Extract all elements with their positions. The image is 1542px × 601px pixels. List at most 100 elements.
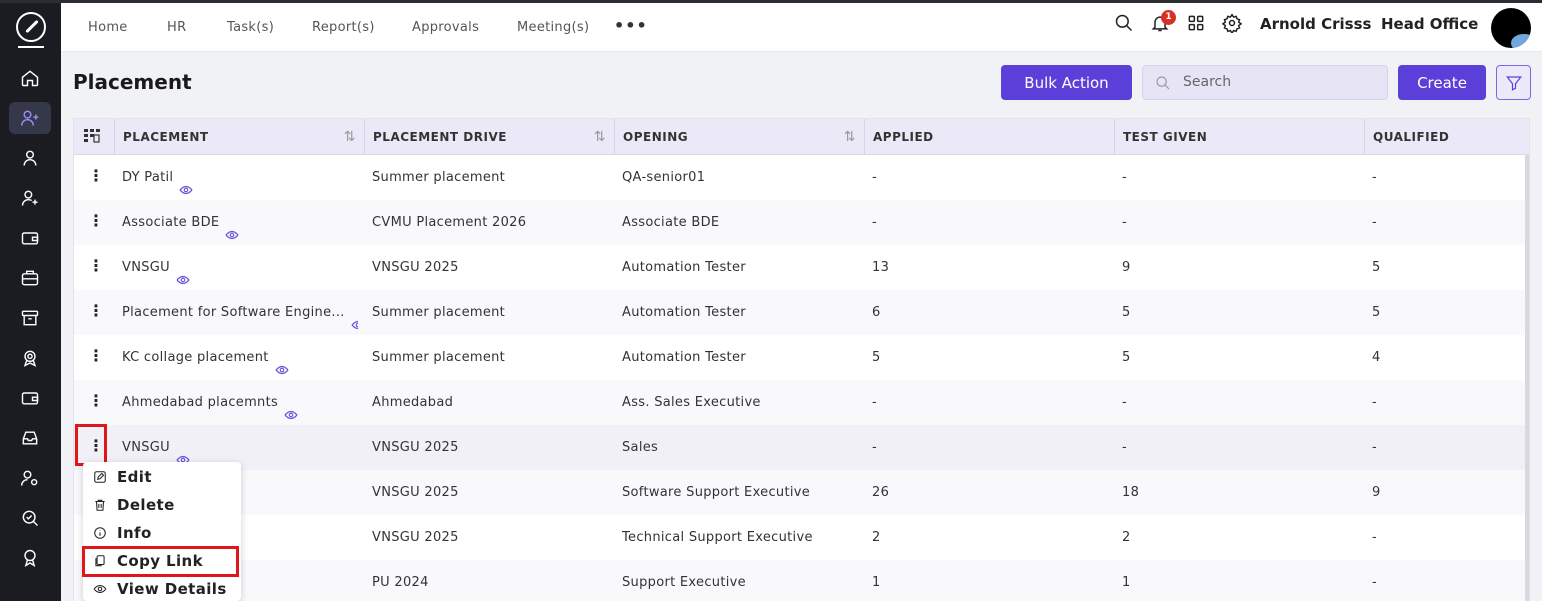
home-icon[interactable] <box>9 62 51 94</box>
nav-hr[interactable]: HR <box>167 20 186 35</box>
cell-placement-drive-text: VNSGU 2025 <box>372 530 459 545</box>
apps-grid-icon[interactable] <box>1186 13 1208 35</box>
cell-qualified-text: - <box>1372 575 1377 590</box>
cell-test-given-text: 5 <box>1122 305 1131 320</box>
cell-opening-text: Ass. Sales Executive <box>622 395 761 410</box>
sort-icon[interactable]: ⇅ <box>844 119 856 155</box>
user-plus-icon[interactable] <box>9 182 51 214</box>
search-placeholder: Search <box>1183 74 1232 90</box>
user-icon[interactable] <box>9 142 51 174</box>
eye-icon[interactable] <box>176 261 190 284</box>
search-icon[interactable] <box>1114 13 1136 35</box>
nav-reports[interactable]: Report(s) <box>312 20 375 35</box>
search-input[interactable]: Search <box>1142 65 1388 100</box>
cell-qualified-text: - <box>1372 530 1377 545</box>
nav-more-icon[interactable]: ••• <box>614 16 648 35</box>
table-row[interactable]: ⋮PU 2024Support Executive11- <box>74 560 1529 601</box>
search-check-icon[interactable] <box>9 502 51 534</box>
row-menu-icon[interactable]: ⋮ <box>88 392 104 410</box>
table-row[interactable]: ⋮5VNSGU 2025Software Support Executive26… <box>74 470 1529 515</box>
cell-qualified: 5 <box>1372 290 1522 335</box>
cell-qualified-text: 4 <box>1372 350 1381 365</box>
table-row[interactable]: ⋮ Placement for Software Engine... Summer … <box>74 290 1529 335</box>
scrollbar[interactable] <box>1525 155 1529 601</box>
column-qualified[interactable]: QUALIFIED <box>1364 119 1529 155</box>
table-row[interactable]: ⋮ Associate BDE CVMU Placement 2026 Associa… <box>74 200 1529 245</box>
bulk-action-button[interactable]: Bulk Action <box>1001 65 1132 100</box>
menu-item-info[interactable]: Info <box>83 519 241 547</box>
eye-icon[interactable] <box>351 306 358 329</box>
cell-placement-text[interactable]: Placement for Software Engine... <box>122 305 345 320</box>
cell-test-given: 18 <box>1122 470 1362 515</box>
cell-test-given-text: - <box>1122 440 1127 455</box>
cell-placement-text[interactable]: VNSGU <box>122 440 170 455</box>
table-row[interactable]: ⋮ VNSGU VNSGU 2025 Automation Tester 13 9 5 <box>74 245 1529 290</box>
user-name[interactable]: Arnold Crisss <box>1260 15 1371 33</box>
user-settings-icon[interactable] <box>9 462 51 494</box>
cell-placement-text[interactable]: VNSGU <box>122 260 170 275</box>
column-placement[interactable]: PLACEMENT ⇅ <box>114 119 364 155</box>
eye-icon[interactable] <box>225 216 239 239</box>
cell-opening: Associate BDE <box>622 200 862 245</box>
eye-icon[interactable] <box>176 441 190 464</box>
archive-icon[interactable] <box>9 302 51 334</box>
eye-icon[interactable] <box>275 351 289 374</box>
compass-logo-icon[interactable] <box>16 12 46 42</box>
menu-item-delete[interactable]: Delete <box>83 491 241 519</box>
table-row[interactable]: ⋮5VNSGU 2025Technical Support Executive2… <box>74 515 1529 560</box>
column-test-given[interactable]: TEST GIVEN <box>1114 119 1364 155</box>
cell-placement-drive-text: Summer placement <box>372 305 506 320</box>
eye-icon[interactable] <box>179 171 193 194</box>
table-row[interactable]: ⋮ Ahmedabad placemnts Ahmedabad Ass. Sales … <box>74 380 1529 425</box>
cell-qualified: - <box>1372 425 1522 470</box>
award-icon[interactable] <box>9 342 51 374</box>
row-menu-icon[interactable]: ⋮ <box>88 302 104 320</box>
wallet-icon[interactable] <box>9 222 51 254</box>
filter-button[interactable] <box>1496 65 1531 100</box>
menu-item-label: Delete <box>117 496 175 514</box>
column-placement-drive[interactable]: PLACEMENT DRIVE ⇅ <box>364 119 614 155</box>
row-menu-icon[interactable]: ⋮ <box>88 167 104 185</box>
gear-icon[interactable] <box>1221 13 1244 35</box>
create-button[interactable]: Create <box>1398 65 1486 100</box>
table-row[interactable]: ⋮ DY Patil Summer placement QA-senior01 - - - <box>74 155 1529 200</box>
column-settings-icon[interactable] <box>84 129 100 143</box>
row-menu-icon[interactable]: ⋮ <box>88 212 104 230</box>
table-row[interactable]: ⋮ VNSGU VNSGU 2025 Sales - - - <box>74 425 1529 470</box>
cell-qualified: - <box>1372 560 1522 601</box>
cell-applied: 13 <box>872 245 1112 290</box>
nav-tasks[interactable]: Task(s) <box>227 20 274 35</box>
row-menu-icon[interactable]: ⋮ <box>88 347 104 365</box>
cell-placement-text[interactable]: Associate BDE <box>122 215 219 230</box>
menu-item-edit[interactable]: Edit <box>83 463 241 491</box>
cell-opening-text: Automation Tester <box>622 350 746 365</box>
cell-placement-drive: VNSGU 2025 <box>372 425 612 470</box>
cell-placement-drive-text: CVMU Placement 2026 <box>372 215 527 230</box>
row-menu-icon[interactable]: ⋮ <box>88 257 104 275</box>
menu-item-view-details[interactable]: View Details <box>83 575 241 601</box>
sort-icon[interactable]: ⇅ <box>344 119 356 155</box>
cell-placement-drive: VNSGU 2025 <box>372 515 612 560</box>
cell-placement-text[interactable]: Ahmedabad placemnts <box>122 395 278 410</box>
sort-icon[interactable]: ⇅ <box>594 119 606 155</box>
avatar[interactable] <box>1491 8 1531 48</box>
column-label: OPENING <box>623 130 689 144</box>
briefcase-icon[interactable] <box>9 262 51 294</box>
cell-test-given: 1 <box>1122 560 1362 601</box>
cell-placement-text[interactable]: KC collage placement <box>122 350 269 365</box>
inbox-icon[interactable] <box>9 422 51 454</box>
cell-qualified: - <box>1372 155 1522 200</box>
wallet-icon[interactable] <box>9 382 51 414</box>
eye-icon[interactable] <box>284 396 298 419</box>
nav-meetings[interactable]: Meeting(s) <box>517 20 589 35</box>
nav-home[interactable]: Home <box>88 20 128 35</box>
table-row[interactable]: ⋮ KC collage placement Summer placement Aut… <box>74 335 1529 380</box>
add-user-icon[interactable] <box>9 102 51 134</box>
cell-placement-text[interactable]: DY Patil <box>122 170 173 185</box>
column-opening[interactable]: OPENING ⇅ <box>614 119 864 155</box>
cell-placement: Ahmedabad placemnts <box>122 380 358 425</box>
nav-approvals[interactable]: Approvals <box>412 20 479 35</box>
column-applied[interactable]: APPLIED <box>864 119 1114 155</box>
office-name[interactable]: Head Office <box>1381 15 1478 33</box>
badge-icon[interactable] <box>9 542 51 574</box>
